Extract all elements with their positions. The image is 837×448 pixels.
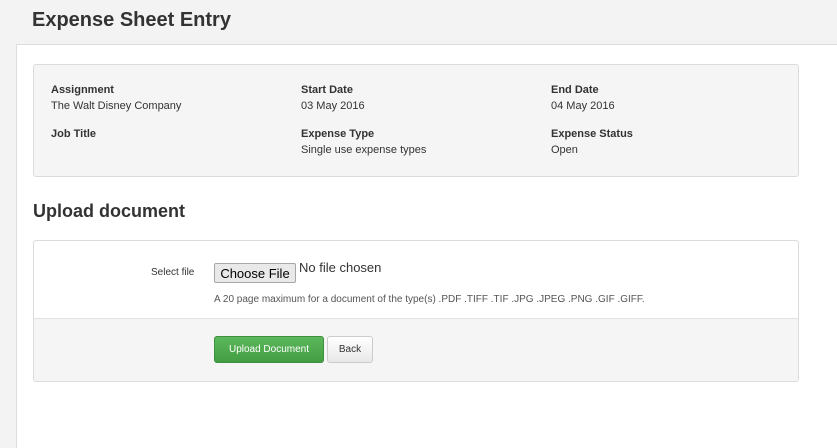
expense-type-field: Expense Type Single use expense types xyxy=(301,127,426,157)
expense-status-field: Expense Status Open xyxy=(551,127,633,157)
assignment-value: The Walt Disney Company xyxy=(51,100,182,112)
expense-type-label: Expense Type xyxy=(301,128,375,140)
back-button[interactable]: Back xyxy=(327,336,373,363)
choose-file-button[interactable]: Choose File xyxy=(214,263,296,283)
page-header: Expense Sheet Entry xyxy=(0,0,837,44)
expense-type-value: Single use expense types xyxy=(301,144,427,156)
assignment-field: Assignment The Walt Disney Company xyxy=(51,83,181,113)
page-title: Expense Sheet Entry xyxy=(32,9,231,31)
main-content: Assignment The Walt Disney Company Start… xyxy=(16,44,837,448)
upload-section-title: Upload document xyxy=(33,201,185,221)
end-date-value: 04 May 2016 xyxy=(551,100,615,112)
end-date-field: End Date 04 May 2016 xyxy=(551,83,615,113)
no-file-chosen-text: No file chosen xyxy=(299,260,382,275)
upload-panel: Select file Choose File No file chosen A… xyxy=(33,240,799,382)
expense-status-value: Open xyxy=(551,144,578,156)
upload-document-button[interactable]: Upload Document xyxy=(214,336,324,363)
job-title-label: Job Title xyxy=(51,128,97,140)
file-type-help-text: A 20 page maximum for a document of the … xyxy=(214,294,645,305)
upload-actions-footer: Upload Document Back xyxy=(34,318,798,381)
assignment-label: Assignment xyxy=(51,84,114,96)
expense-summary-panel: Assignment The Walt Disney Company Start… xyxy=(33,64,799,177)
end-date-label: End Date xyxy=(551,84,599,96)
job-title-field: Job Title xyxy=(51,127,96,143)
select-file-label: Select file xyxy=(151,267,195,278)
expense-status-label: Expense Status xyxy=(551,128,633,140)
start-date-field: Start Date 03 May 2016 xyxy=(301,83,365,113)
start-date-value: 03 May 2016 xyxy=(301,100,365,112)
start-date-label: Start Date xyxy=(301,84,353,96)
